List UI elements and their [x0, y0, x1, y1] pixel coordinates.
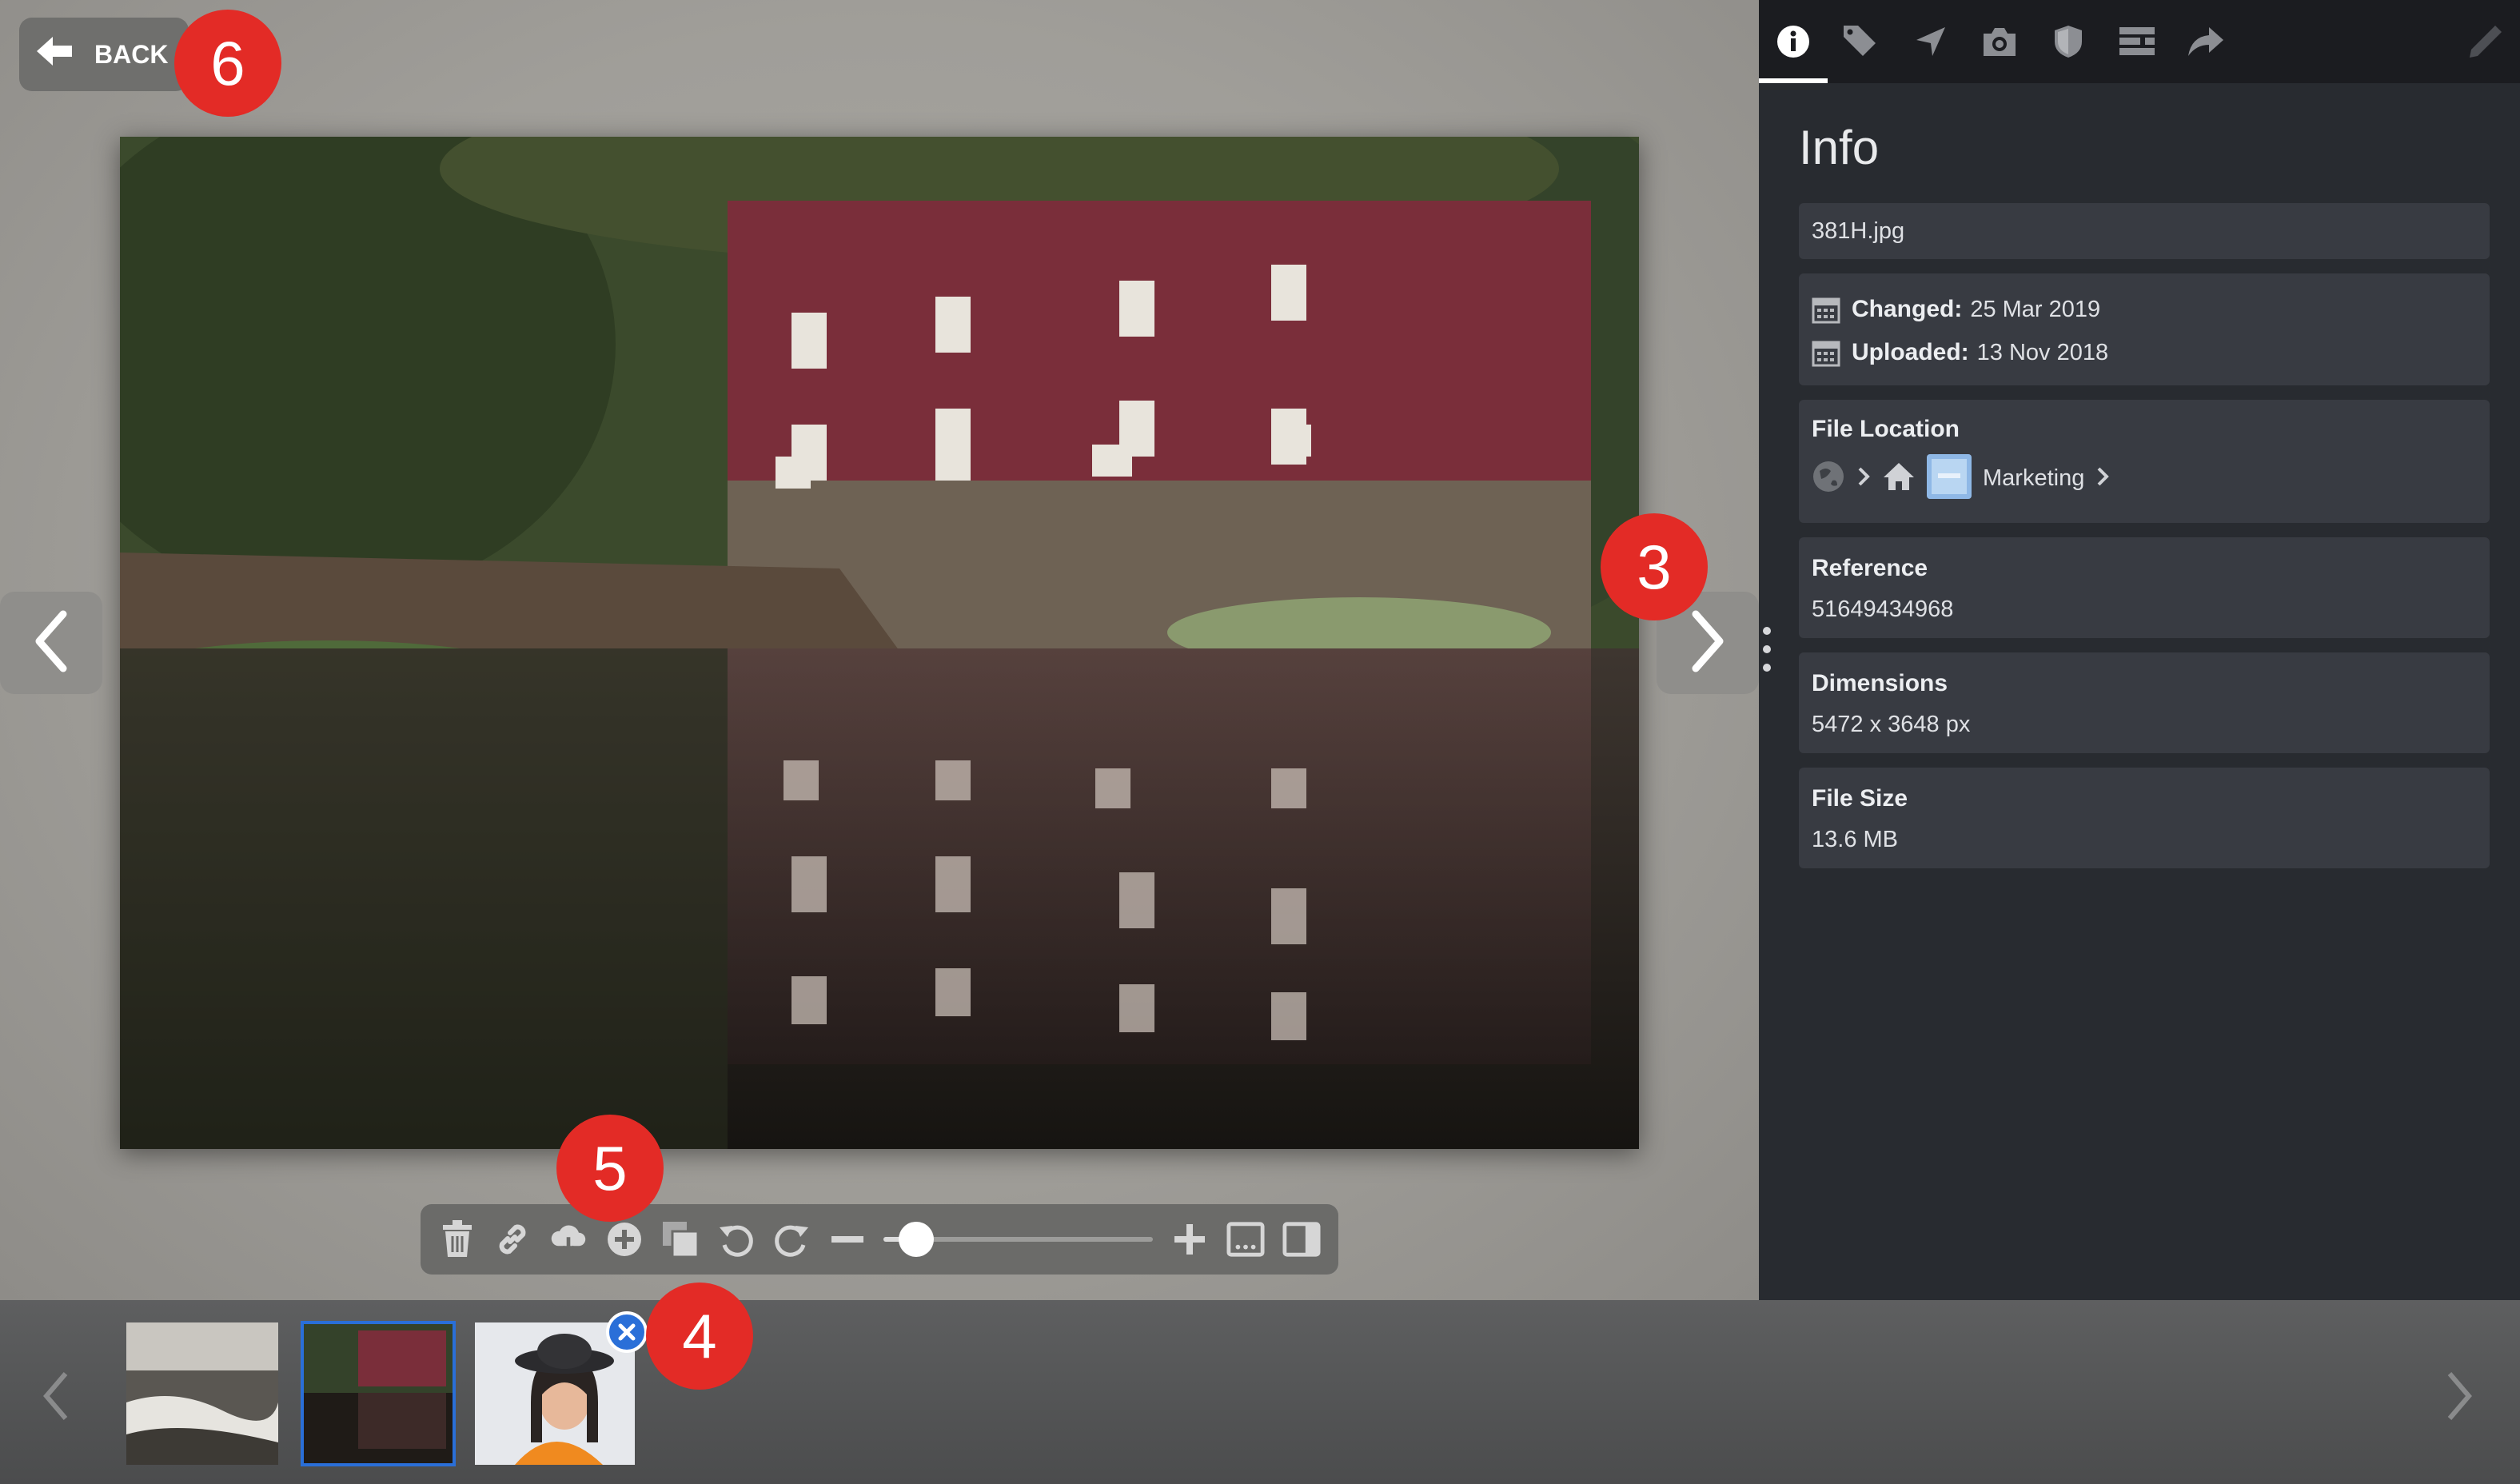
uploaded-value: 13 Nov 2018: [1976, 339, 2109, 365]
arrow-left-icon: [35, 35, 74, 74]
tab-camera[interactable]: [1965, 0, 2034, 83]
filmstrip-prev-button[interactable]: [24, 1356, 88, 1436]
chevron-left-icon: [43, 1372, 68, 1420]
filesize-label: File Size: [1812, 785, 1908, 812]
tag-icon: [1844, 26, 1876, 56]
filmstrip: 4: [0, 1283, 2520, 1484]
reference-label: Reference: [1812, 555, 1928, 581]
camera-icon: [1984, 28, 2016, 56]
panel-resize-handle[interactable]: [1762, 627, 1772, 672]
calendar-icon: [1812, 341, 1840, 367]
handle-dot: [1763, 627, 1771, 635]
handle-dot: [1763, 664, 1771, 672]
dates-card: Changed: 25 Mar 2019 Uploaded: 13 Nov 20…: [1799, 273, 2490, 385]
zoom-out-icon: [831, 1236, 863, 1243]
info-icon: [1777, 26, 1809, 58]
chevron-left-icon: [31, 609, 71, 677]
back-button-label: BACK: [94, 39, 169, 69]
zoom-slider-thumb[interactable]: [898, 1222, 934, 1257]
rotate-right-icon: [775, 1225, 809, 1257]
sidebar-icon: [1282, 1222, 1321, 1257]
panel-tabbar: [1759, 0, 2520, 83]
remove-thumbnail-button[interactable]: [606, 1311, 648, 1353]
home-icon[interactable]: [1882, 461, 1916, 496]
add-button[interactable]: [605, 1220, 644, 1259]
duplicate-button[interactable]: [661, 1220, 700, 1259]
filesize-card: File Size 13.6 MB: [1799, 768, 2490, 868]
rotate-right-button[interactable]: [772, 1220, 811, 1259]
filmstrip-next-button[interactable]: [2427, 1356, 2491, 1436]
link-icon: [499, 1224, 526, 1255]
plus-circle-icon: [607, 1223, 641, 1256]
delete-button[interactable]: [438, 1220, 476, 1259]
sidebar-toggle-button[interactable]: [1282, 1220, 1321, 1259]
tab-info[interactable]: [1759, 0, 1828, 83]
filmstrip-toggle-button[interactable]: [1226, 1220, 1265, 1259]
copy-link-button[interactable]: [494, 1220, 532, 1259]
tab-edit[interactable]: [2451, 0, 2520, 83]
panel-title: Info: [1799, 121, 1880, 174]
chevron-right-icon: [1688, 609, 1728, 677]
calendar-icon: [1812, 297, 1840, 324]
callout-badge-remove: 4: [646, 1283, 753, 1390]
rotate-left-button[interactable]: [717, 1220, 756, 1259]
handle-dot: [1763, 645, 1771, 653]
edit-icon: [2470, 26, 2502, 58]
reference-value: 51649434968: [1812, 596, 1954, 622]
callout-badge-next: 3: [1601, 513, 1708, 620]
filename-value: 381H.jpg: [1812, 217, 1905, 244]
location-breadcrumb: Marketing: [1812, 454, 2477, 503]
thumbnail-seascape[interactable]: [126, 1322, 278, 1465]
rotate-left-icon: [719, 1225, 753, 1257]
list-icon: [2119, 27, 2155, 55]
close-icon: [618, 1323, 636, 1341]
filename-card: 381H.jpg: [1799, 203, 2490, 259]
image-toolbar: [421, 1204, 1338, 1275]
file-location-label: File Location: [1812, 416, 1960, 442]
zoom-slider[interactable]: [883, 1220, 1154, 1259]
reference-card: Reference 51649434968: [1799, 537, 2490, 638]
zoom-out-button[interactable]: [828, 1220, 867, 1259]
share-icon: [2188, 27, 2223, 56]
dimensions-card: Dimensions 5472 x 3648 px: [1799, 652, 2490, 753]
location-icon: [1916, 27, 1945, 56]
filesize-value: 13.6 MB: [1812, 827, 1898, 852]
thumbnail-red-mill-selected[interactable]: [301, 1321, 456, 1466]
copy-icon: [662, 1222, 700, 1259]
changed-value: 25 Mar 2019: [1970, 296, 2101, 322]
zoom-in-button[interactable]: [1170, 1220, 1209, 1259]
chevron-right-icon: [2447, 1372, 2472, 1420]
zoom-in-icon: [1174, 1224, 1206, 1255]
tab-permissions[interactable]: [2034, 0, 2103, 83]
folder-thumbnail-icon[interactable]: [1927, 454, 1972, 503]
image-viewer-stage: BACK 6 3 5: [0, 0, 1759, 1300]
info-panel: Info 381H.jpg Changed: 25 Mar 2019 Uploa…: [1759, 0, 2520, 1300]
chevron-right-icon: [2095, 466, 2110, 491]
shield-icon: [2055, 26, 2082, 58]
uploaded-label: Uploaded:: [1852, 339, 1969, 365]
dimensions-label: Dimensions: [1812, 670, 1948, 696]
callout-badge-toolbar: 5: [556, 1115, 664, 1222]
tab-metadata[interactable]: [2103, 0, 2171, 83]
location-folder-link[interactable]: Marketing: [1983, 465, 2084, 492]
tab-location[interactable]: [1896, 0, 1965, 83]
filmstrip-icon: [1226, 1222, 1265, 1257]
back-button[interactable]: BACK: [19, 18, 189, 91]
trash-icon: [442, 1220, 472, 1257]
globe-icon[interactable]: [1812, 460, 1845, 497]
callout-badge-back: 6: [174, 10, 281, 117]
file-location-card: File Location Marketing: [1799, 400, 2490, 523]
cloud-download-icon: [551, 1225, 586, 1257]
tab-share[interactable]: [2171, 0, 2240, 83]
tab-tags[interactable]: [1828, 0, 1896, 83]
chevron-right-icon: [1856, 466, 1871, 491]
changed-label: Changed:: [1852, 296, 1963, 322]
previous-image-button[interactable]: [0, 592, 102, 694]
download-button[interactable]: [549, 1220, 588, 1259]
main-photo: [120, 137, 1639, 1149]
dimensions-value: 5472 x 3648 px: [1812, 712, 1971, 737]
